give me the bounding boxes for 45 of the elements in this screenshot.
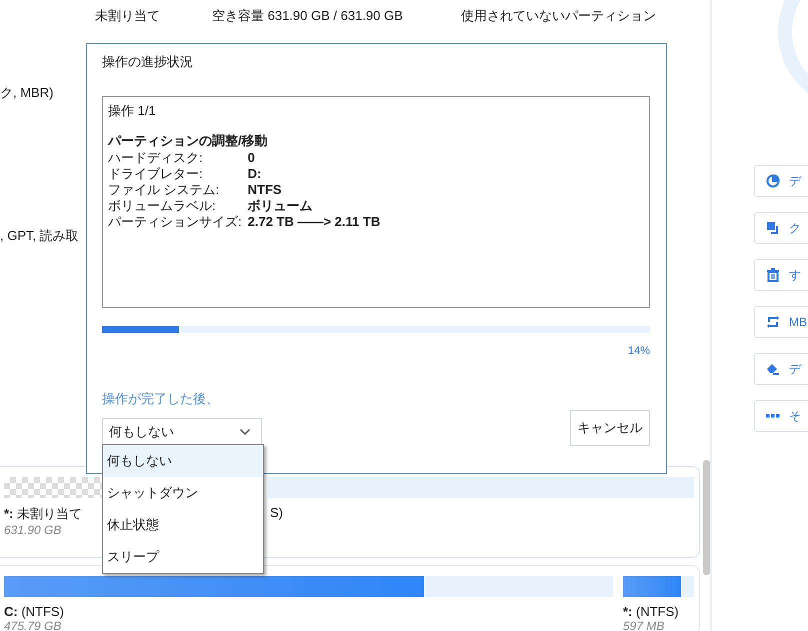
progress-percent: 14% (628, 345, 650, 357)
dropdown-option[interactable]: シャットダウン (103, 477, 263, 509)
field-label: ボリュームラベル: (108, 198, 217, 214)
convert-arrows-icon (766, 315, 780, 329)
eraser-icon (766, 362, 780, 376)
partition-capacity: 空き容量 631.90 GB / 631.90 GB (212, 7, 404, 25)
partition-size: 597 MB (623, 619, 664, 631)
field-value: D: (248, 166, 262, 182)
copy-icon (766, 221, 780, 235)
operation-title: パーティションの調整/移動 (108, 132, 269, 150)
dropdown-option[interactable]: 休止状態 (103, 509, 263, 541)
field-value: NTFS (248, 182, 283, 198)
log-text: 操作 1/1 (108, 102, 157, 120)
partition-type: 使用されていないパーティション (461, 7, 656, 25)
trash-icon (766, 268, 780, 282)
field-label: ファイル システム: (108, 182, 220, 198)
partition-name: 未割り当て (95, 7, 161, 25)
partition-size: 475.79 GB (4, 619, 62, 631)
dropdown-option[interactable]: スリープ (103, 541, 263, 573)
disk-info-text: , GPT, 読み取 (0, 227, 79, 245)
after-completion-label: 操作が完了した後、 (102, 390, 220, 408)
chevron-down-icon (239, 428, 251, 436)
pie-chart-icon (766, 174, 780, 188)
action-button[interactable]: ク (754, 212, 808, 244)
field-value: 2.72 TB ——> 2.11 TB (248, 214, 382, 230)
field-value: ボリューム (248, 198, 314, 214)
dropdown-option[interactable]: 何もしない (103, 445, 263, 477)
partition-label: S) (269, 505, 283, 520)
action-button[interactable]: MB (754, 306, 808, 338)
action-button[interactable]: デ (754, 353, 808, 385)
partition-size: 631.90 GB (4, 523, 62, 537)
partition-label: *: 未割り当て (4, 505, 82, 523)
action-button[interactable]: す (754, 259, 808, 291)
dialog-title: 操作の進捗状況 (102, 53, 194, 71)
partition-label: C: (NTFS) (4, 604, 64, 619)
action-button[interactable]: そ (754, 400, 808, 432)
dropdown-select[interactable]: 何もしない (102, 418, 262, 445)
field-label: ハードディスク: (108, 150, 204, 166)
cancel-button[interactable]: キャンセル (570, 410, 650, 446)
disk-info-text: ク, MBR) (0, 84, 54, 102)
field-value: 0 (248, 150, 256, 166)
field-label: パーティションサイズ: (108, 214, 242, 230)
action-button[interactable]: デ (754, 165, 808, 197)
field-label: ドライブレター: (108, 166, 204, 182)
partition-label: *: (NTFS) (623, 604, 679, 619)
